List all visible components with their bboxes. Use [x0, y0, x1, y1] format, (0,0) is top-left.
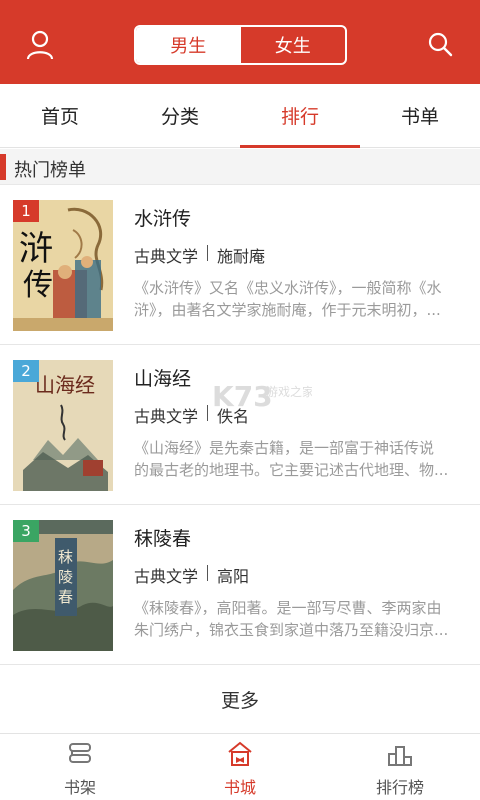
meta-divider	[207, 405, 209, 421]
desc-line: 朱门绣户，锦衣玉食到家道中落乃至籍没归京...	[134, 621, 449, 639]
nav-label: 书架	[63, 778, 96, 797]
book-cover: 山海经 2	[13, 360, 113, 491]
rank-badge: 2	[13, 360, 39, 382]
nav-bookshelf[interactable]: 书架	[0, 735, 160, 800]
search-icon[interactable]	[426, 30, 454, 58]
svg-text:游戏之家: 游戏之家	[266, 384, 312, 399]
category-tabs: 首页 分类 排行 书单	[0, 84, 480, 148]
tab-booklist[interactable]: 书单	[360, 84, 480, 147]
nav-label: 书城	[223, 778, 256, 797]
book-author: 施耐庵	[217, 247, 266, 266]
book-title: 山海经	[134, 368, 192, 390]
meta-divider	[207, 245, 209, 261]
section-title: 热门榜单	[14, 160, 86, 181]
tab-ranking[interactable]: 排行	[240, 84, 360, 148]
bookstore-icon	[228, 741, 252, 766]
svg-text:春: 春	[58, 588, 73, 606]
desc-line: 浒》，由著名文学家施耐庵，作于元末明初，...	[134, 301, 441, 319]
book-category: 古典文学	[134, 247, 199, 266]
book-description: 《水浒传》又名《忠义水浒传》，一般简称《水 浒》，由著名文学家施耐庵，作于元末明…	[134, 277, 462, 321]
svg-text:K73: K73	[212, 380, 273, 413]
user-icon[interactable]	[26, 30, 54, 60]
nav-label: 排行榜	[375, 778, 424, 797]
tab-home[interactable]: 首页	[0, 84, 120, 147]
book-title: 秣陵春	[134, 528, 192, 550]
book-description: 《秣陵春》，高阳著。是一部写尽曹、李两家由 朱门绣户，锦衣玉食到家道中落乃至籍没…	[134, 597, 462, 641]
svg-text:陵: 陵	[58, 568, 73, 586]
book-title: 水浒传	[134, 208, 192, 230]
desc-line: 《山海经》是先秦古籍，是一部富于神话传说	[134, 439, 435, 457]
book-category: 古典文学	[134, 567, 199, 586]
book-meta: 古典文学 施耐庵	[134, 243, 265, 267]
female-tab[interactable]: 女生	[241, 27, 346, 63]
book-cover: 秣 陵 春 3	[13, 520, 113, 651]
book-meta: 古典文学 高阳	[134, 563, 249, 587]
book-cover: 浒 传 1	[13, 200, 113, 331]
rank-badge: 1	[13, 200, 39, 222]
book-description: 《山海经》是先秦古籍，是一部富于神话传说 的最古老的地理书。它主要记述古代地理、…	[134, 437, 462, 481]
app-header: 男生 女生	[0, 0, 480, 84]
desc-line: 《秣陵春》，高阳著。是一部写尽曹、李两家由	[134, 599, 442, 617]
rank-badge: 3	[13, 520, 39, 542]
nav-bookstore[interactable]: 书城	[160, 735, 320, 800]
book-item-shanhaijing[interactable]: 山海经 2 山海经 古典文学 佚名 《山海经》是先秦古籍，是一部富于神话传说 的…	[0, 345, 480, 505]
svg-text:传: 传	[23, 268, 53, 303]
book-item-shuihuzhuan[interactable]: 浒 传 1 水浒传 古典文学 施耐庵 《水浒传》又名《忠义水浒传》，一般简称《水…	[0, 185, 480, 345]
meta-divider	[207, 565, 209, 581]
svg-text:秣: 秣	[58, 548, 73, 566]
desc-line: 《水浒传》又名《忠义水浒传》，一般简称《水	[134, 279, 442, 297]
male-tab[interactable]: 男生	[136, 27, 241, 63]
more-button[interactable]: 更多	[0, 666, 480, 734]
desc-line: 的最古老的地理书。它主要记述古代地理、物...	[134, 461, 449, 479]
book-category: 古典文学	[134, 407, 199, 426]
bottom-navigation: 书架 书城 排行榜	[0, 735, 480, 800]
watermark-logo: K73 游戏之家	[212, 380, 312, 413]
gender-switch: 男生 女生	[134, 25, 347, 65]
bookshelf-icon	[69, 743, 91, 763]
ranking-icon	[388, 746, 412, 766]
book-author: 高阳	[217, 567, 250, 586]
section-header: 热门榜单	[0, 149, 480, 185]
tab-category[interactable]: 分类	[120, 84, 240, 147]
svg-text:浒: 浒	[19, 229, 53, 269]
book-item-molingchun[interactable]: 秣 陵 春 3 秣陵春 古典文学 高阳 《秣陵春》，高阳著。是一部写尽曹、李两家…	[0, 505, 480, 665]
section-accent-bar	[0, 154, 6, 180]
nav-ranking[interactable]: 排行榜	[320, 735, 480, 800]
svg-text:山海经: 山海经	[35, 373, 95, 397]
